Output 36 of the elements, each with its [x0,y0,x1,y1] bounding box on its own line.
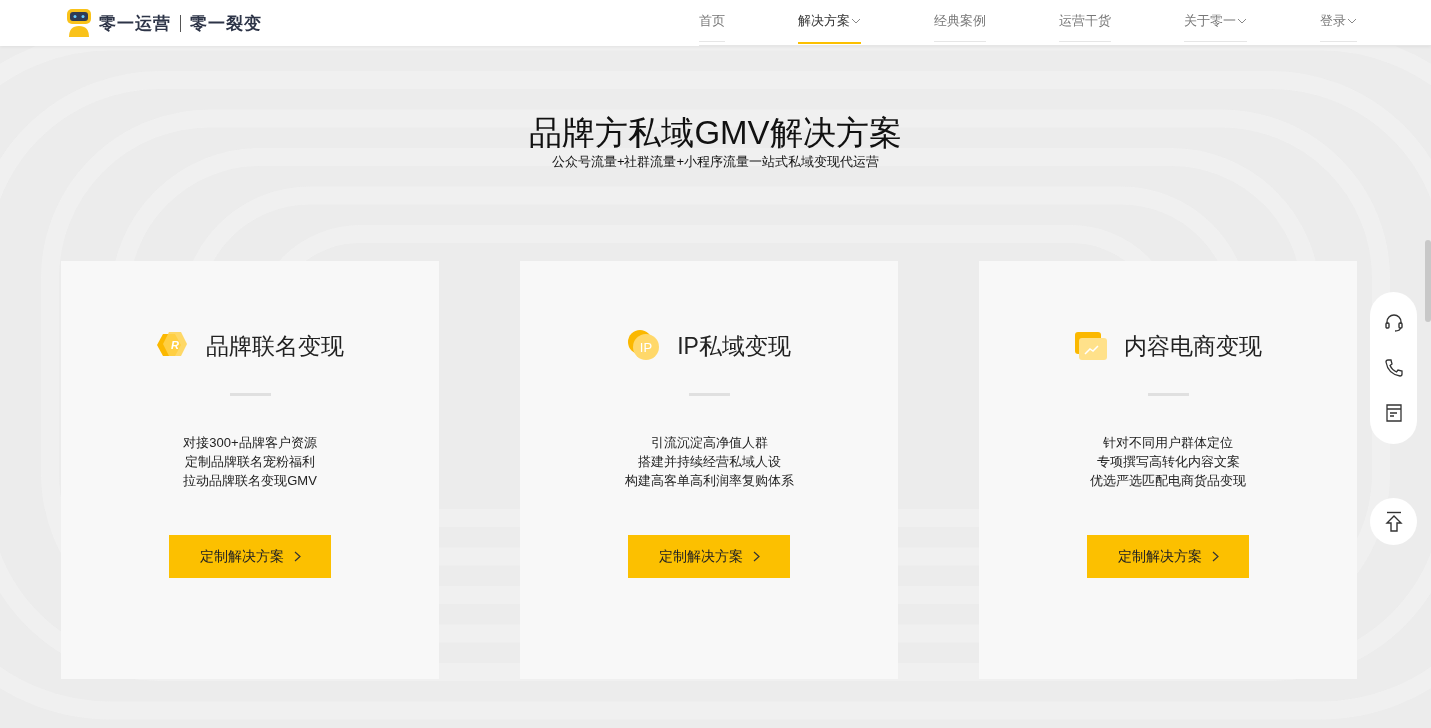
nav-tab[interactable]: 运营干货 [1059,0,1111,44]
brand-name: 零一裂变 [190,12,262,35]
nav-tab[interactable]: 解决方案 [798,0,861,44]
scrollbar-thumb[interactable] [1425,240,1431,322]
headset-icon[interactable] [1383,312,1404,333]
custom-solution-button[interactable]: 定制解决方案 [1087,535,1249,578]
card-title: IP私域变现 [677,331,791,361]
back-to-top-button[interactable] [1370,498,1417,545]
card-description: 定制品牌联名宠粉福利 [185,453,315,471]
card-description: 拉动品牌联名变现GMV [183,472,317,490]
chevron-right-icon [752,551,760,562]
custom-solution-button[interactable]: 定制解决方案 [628,535,790,578]
robot-logo-icon [65,8,93,38]
chevron-right-icon [1211,551,1219,562]
document-icon[interactable] [1384,403,1403,424]
card-title: 内容电商变现 [1124,331,1262,361]
arrow-up-icon [1384,510,1403,533]
nav-tab[interactable]: 关于零一 [1184,0,1247,44]
custom-solution-button[interactable]: 定制解决方案 [169,535,331,578]
card-description: 构建高客单高利润率复购体系 [624,472,794,490]
page-title: 品牌方私域GMV解决方案 [529,113,902,153]
card-description: 对接300+品牌客户资源 [183,434,317,452]
phone-icon[interactable] [1383,358,1404,378]
nav-tab[interactable]: 登录 [1320,0,1357,44]
card-description: 优选严选匹配电商货品变现 [1090,472,1246,490]
nav-tab[interactable]: 经典案例 [934,0,986,44]
brand-name: 零一运营 [99,12,171,35]
page-subtitle: 公众号流量+社群流量+小程序流量一站式私域变现代运营 [551,154,880,170]
card-title: 品牌联名变现 [206,331,344,361]
card-description: 引流沉淀高净值人群 [650,434,768,452]
folder-chart-icon [1074,330,1108,362]
card-description: 针对不同用户群体定位 [1103,434,1233,452]
card-description: 搭建并持续经营私域人设 [637,453,781,471]
card-description: 专项撰写高转化内容文案 [1096,453,1240,471]
nav-tab[interactable]: 首页 [699,0,725,44]
chevron-right-icon [293,551,301,562]
